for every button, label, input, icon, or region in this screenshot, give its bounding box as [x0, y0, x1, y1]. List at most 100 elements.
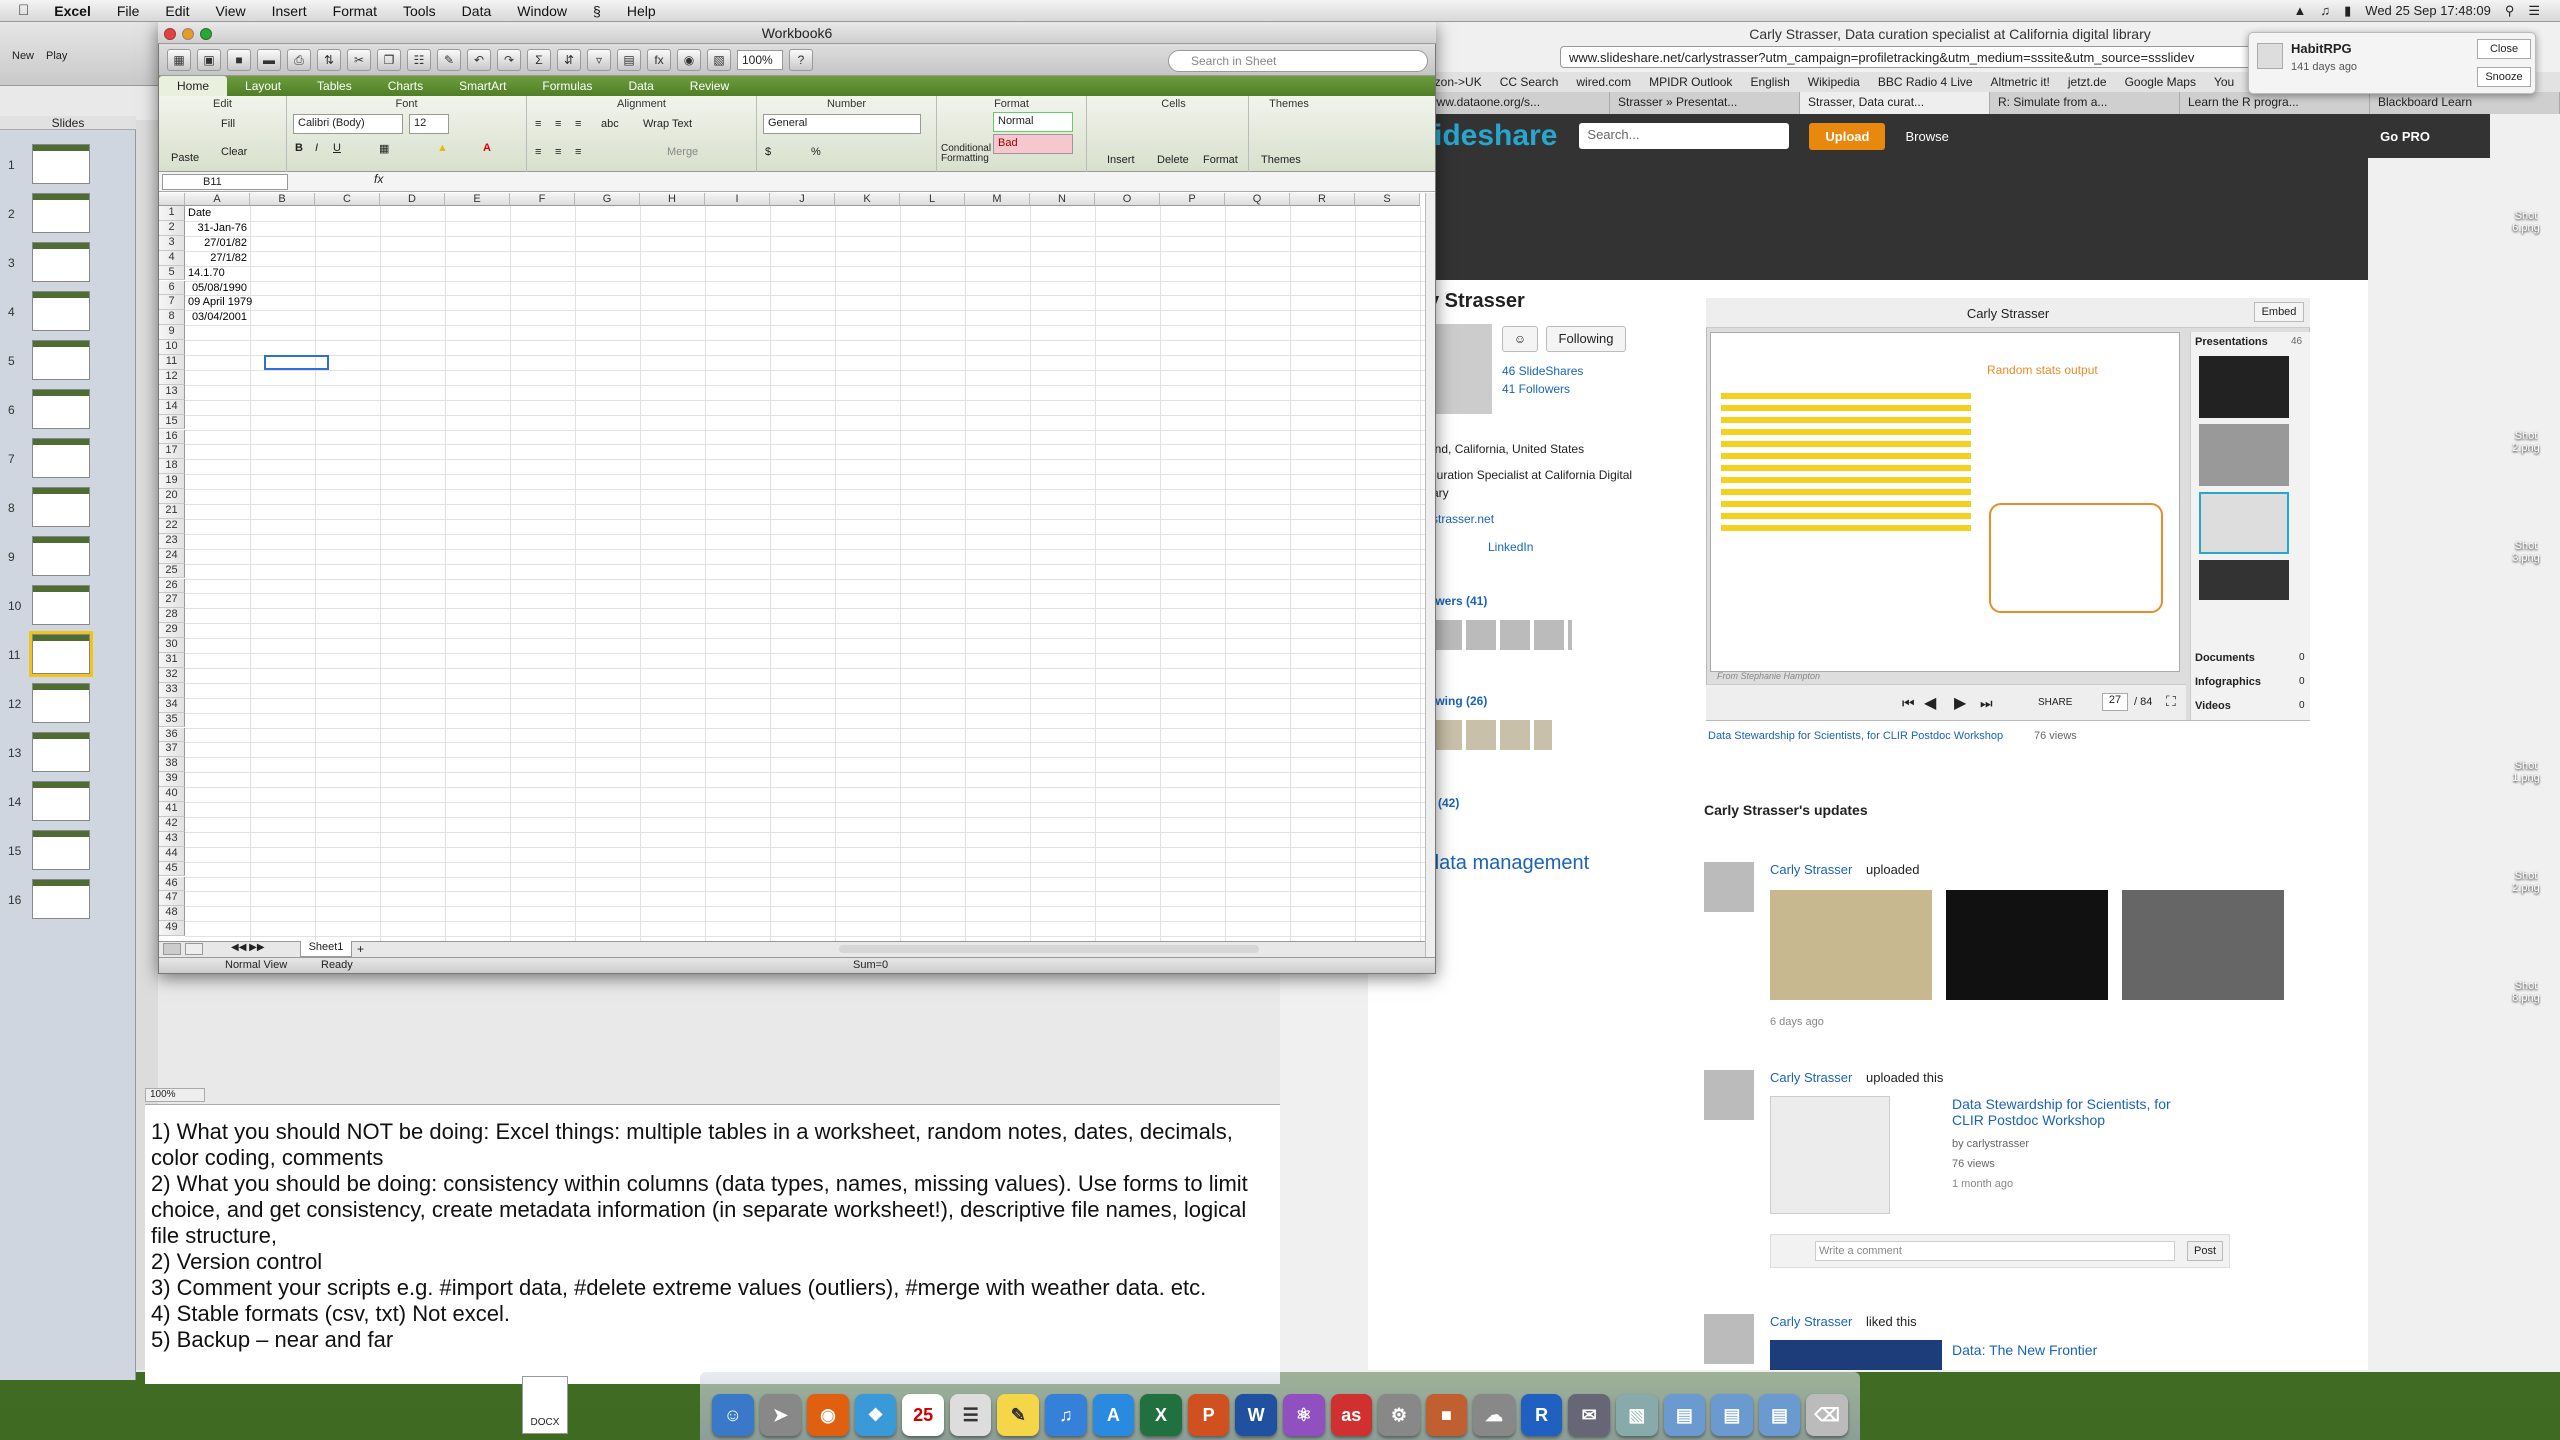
row-header[interactable]: 6	[159, 280, 185, 296]
docx-file-icon[interactable]: DOCX	[522, 1376, 568, 1434]
column-header[interactable]: A	[185, 193, 250, 206]
align-center-icon[interactable]: ≡	[555, 146, 561, 158]
slideshare-logo[interactable]: ideshare	[1434, 119, 1557, 153]
style-normal[interactable]: Normal	[993, 112, 1073, 132]
slide-thumbnail[interactable]	[32, 193, 90, 233]
update-thumb[interactable]	[1770, 890, 1932, 1000]
presentation-thumb[interactable]	[2199, 560, 2289, 600]
deck-title-link[interactable]: Data Stewardship for Scientists, for CLI…	[1708, 730, 2003, 742]
row-header[interactable]: 38	[159, 757, 185, 773]
avatar[interactable]	[1704, 862, 1754, 912]
row-header[interactable]: 14	[159, 399, 185, 415]
update-title[interactable]: Data Stewardship for Scientists, for CLI…	[1952, 1096, 2172, 1128]
cell-A4[interactable]: 27/1/82	[188, 251, 247, 266]
safari-icon[interactable]: ❖	[854, 1394, 897, 1436]
slide-thumbnail[interactable]	[32, 879, 90, 919]
bookmark-item[interactable]: azon->UK	[1428, 75, 1482, 89]
archive-icon[interactable]: ▧	[1615, 1394, 1658, 1436]
formula-builder-icon[interactable]: fx	[647, 48, 671, 71]
row-header[interactable]: 19	[159, 474, 185, 490]
minimize-window-icon[interactable]	[182, 28, 194, 40]
slide-thumbnail[interactable]	[32, 585, 90, 625]
underline-button[interactable]: U	[333, 142, 341, 154]
row-header[interactable]: 33	[159, 682, 185, 698]
column-header[interactable]: Q	[1225, 193, 1290, 206]
notification-center-icon[interactable]: ☰	[2528, 3, 2540, 19]
media-browser-icon[interactable]: ◉	[677, 48, 701, 71]
powerpoint-icon[interactable]: P	[1187, 1394, 1230, 1436]
update-author[interactable]: Carly Strasser	[1770, 1070, 1852, 1085]
update-thumb[interactable]	[1770, 1340, 1942, 1370]
update-author[interactable]: Carly Strasser	[1770, 862, 1852, 877]
wrap-text-button[interactable]: Wrap Text	[643, 118, 692, 130]
row-header[interactable]: 32	[159, 667, 185, 683]
close-window-icon[interactable]	[164, 28, 176, 40]
row-header[interactable]: 21	[159, 504, 185, 519]
orientation-icon[interactable]: abc	[601, 118, 619, 130]
add-sheet-icon[interactable]: +	[357, 942, 364, 956]
row-header[interactable]: 2	[159, 220, 185, 236]
row-header[interactable]: 8	[159, 310, 185, 326]
style-bad[interactable]: Bad	[993, 134, 1073, 154]
fill-color-icon[interactable]: ▲	[437, 142, 448, 154]
name-box[interactable]: B11	[162, 174, 288, 190]
menu-app-name[interactable]: Excel	[41, 3, 104, 19]
bookmark-item[interactable]: Google Maps	[2125, 75, 2196, 89]
slide-thumbnail[interactable]	[32, 781, 90, 821]
sort-icon[interactable]: ⇵	[557, 48, 581, 71]
calendar-icon[interactable]: 25	[902, 1394, 944, 1436]
profile-website[interactable]: rstrasser.net	[1428, 512, 1494, 526]
cell-A2[interactable]: 31-Jan-76	[188, 221, 247, 236]
sheet-nav-icon[interactable]: ◀◀ ▶▶	[231, 942, 265, 953]
lastfm-icon[interactable]: as	[1330, 1394, 1373, 1436]
bold-button[interactable]: B	[295, 142, 303, 154]
paste-button[interactable]: Paste	[171, 152, 199, 164]
gallery-icon[interactable]: ▦	[167, 48, 191, 71]
row-header[interactable]: 44	[159, 846, 185, 862]
new-workbook-icon[interactable]: ▣	[197, 48, 221, 71]
row-header[interactable]: 46	[159, 876, 185, 892]
bookmark-item[interactable]: Altmetric it!	[1991, 75, 2050, 89]
row-header[interactable]: 39	[159, 772, 185, 788]
percent-icon[interactable]: %	[811, 146, 821, 158]
help-icon[interactable]: ?	[789, 48, 813, 71]
font-color-icon[interactable]: A	[483, 142, 491, 154]
font-name-select[interactable]: Calibri (Body)	[293, 114, 403, 134]
row-header[interactable]: 20	[159, 489, 185, 504]
format-painter-icon[interactable]: ✎	[437, 48, 461, 71]
zoom-select[interactable]: 100%	[737, 49, 783, 70]
cell-A1[interactable]: Date	[188, 206, 247, 221]
menu-data[interactable]: Data	[449, 3, 505, 19]
align-bottom-icon[interactable]: ≡	[575, 118, 581, 130]
row-header[interactable]: 27	[159, 593, 185, 609]
row-header[interactable]: 12	[159, 369, 185, 385]
row-header[interactable]: 11	[159, 355, 185, 370]
browse-menu[interactable]: Browse	[1905, 129, 1948, 144]
align-top-icon[interactable]: ≡	[535, 118, 541, 130]
tag-cloud-item[interactable]: data management	[1428, 852, 1589, 875]
row-header[interactable]: 3	[159, 235, 185, 251]
sum-readout[interactable]: Sum=0	[853, 959, 888, 971]
desktop-file-icon[interactable]: Shot 1.png	[2498, 760, 2554, 784]
tab-tables[interactable]: Tables	[299, 79, 370, 93]
row-header[interactable]: 1	[159, 206, 185, 221]
bookmark-item[interactable]: jetzt.de	[2068, 75, 2107, 89]
play-button[interactable]: Play	[46, 50, 67, 62]
fullscreen-icon[interactable]: ⛶	[2166, 693, 2176, 710]
tab-data[interactable]: Data	[610, 79, 671, 93]
redo-icon[interactable]: ↷	[497, 48, 521, 71]
row-header[interactable]: 15	[159, 414, 185, 430]
infographics-label[interactable]: Infographics	[2195, 676, 2261, 688]
bookmark-item[interactable]: BBC Radio 4 Live	[1878, 75, 1973, 89]
followers-count[interactable]: 41 Followers	[1502, 382, 1570, 396]
clear-button[interactable]: Clear	[221, 146, 247, 158]
mail-icon[interactable]: ✉	[1568, 1394, 1610, 1436]
slide-thumbnail[interactable]	[32, 144, 90, 184]
tab-home[interactable]: Home	[159, 76, 228, 96]
row-header[interactable]: 49	[159, 921, 185, 937]
r-icon[interactable]: R	[1520, 1394, 1563, 1436]
align-left-icon[interactable]: ≡	[535, 146, 541, 158]
notes-zoom[interactable]: 100%	[145, 1088, 205, 1102]
firefox-icon[interactable]: ◉	[807, 1394, 849, 1436]
script-menu-icon[interactable]: §	[580, 3, 614, 19]
